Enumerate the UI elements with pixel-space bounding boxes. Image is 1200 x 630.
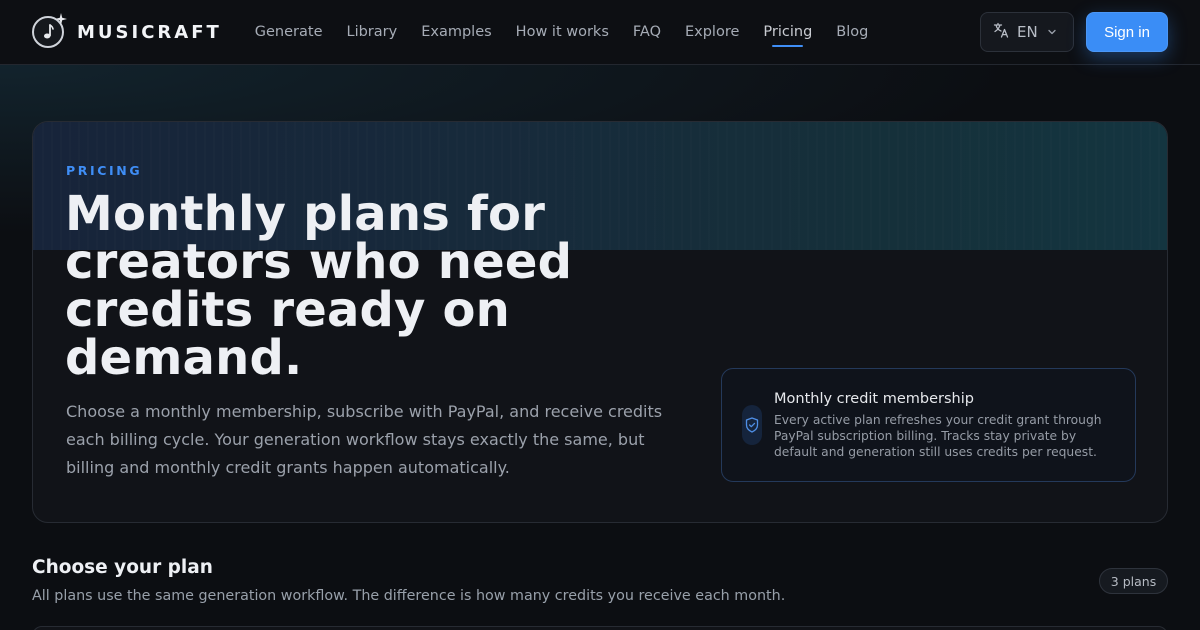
membership-description: Every active plan refreshes your credit … <box>774 413 1102 459</box>
nav-explore[interactable]: Explore <box>685 21 739 43</box>
nav-how-it-works[interactable]: How it works <box>516 21 609 43</box>
nav-blog[interactable]: Blog <box>836 21 868 43</box>
page-title: Monthly plans for creators who need cred… <box>65 186 573 386</box>
language-selector[interactable]: EN <box>980 12 1074 52</box>
main-nav: Generate Library Examples How it works F… <box>255 21 893 47</box>
nav-pricing[interactable]: Pricing <box>763 21 812 47</box>
music-note-sparkle-icon <box>32 13 67 48</box>
header-actions: EN Sign in <box>980 12 1168 52</box>
chevron-down-icon <box>1047 23 1057 41</box>
membership-title: Monthly credit membership <box>774 391 974 407</box>
membership-text: Monthly credit membership Every active p… <box>774 389 1119 481</box>
top-header: MUSICRAFT Generate Library Examples How … <box>0 0 1200 65</box>
shield-check-icon <box>742 405 762 445</box>
plans-section-title: Choose your plan <box>32 557 213 578</box>
nav-faq[interactable]: FAQ <box>633 21 661 43</box>
brand-name: MUSICRAFT <box>77 21 222 43</box>
nav-library[interactable]: Library <box>347 21 398 43</box>
membership-info-card: Monthly credit membership Every active p… <box>721 368 1136 482</box>
translate-icon <box>993 22 1009 42</box>
pricing-hero: PRICING Monthly plans for creators who n… <box>32 121 1168 523</box>
sign-in-button[interactable]: Sign in <box>1086 12 1168 52</box>
brand-logo[interactable]: MUSICRAFT <box>32 13 222 48</box>
plans-card-edge <box>32 626 1168 630</box>
plans-section-subtitle: All plans use the same generation workfl… <box>32 588 786 604</box>
hero-description: Choose a monthly membership, subscribe w… <box>66 402 663 477</box>
hero-eyebrow: PRICING <box>66 163 143 178</box>
nav-generate[interactable]: Generate <box>255 21 323 43</box>
language-code: EN <box>1017 23 1038 41</box>
plans-count-badge: 3 plans <box>1099 568 1168 594</box>
nav-examples[interactable]: Examples <box>421 21 491 43</box>
